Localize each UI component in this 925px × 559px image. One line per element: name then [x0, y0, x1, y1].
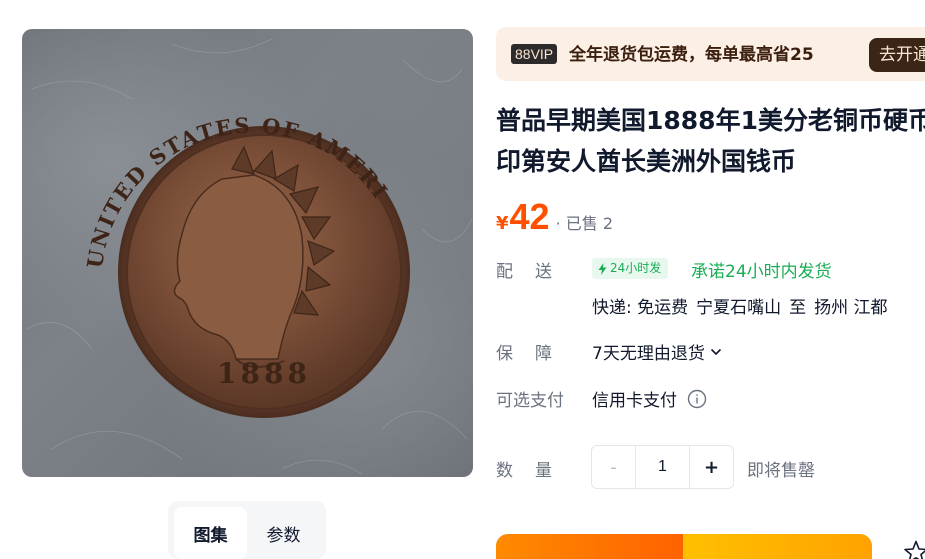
quantity-decrease-button[interactable]: -: [592, 446, 635, 488]
shipping-carrier: 快递: 免运费: [592, 298, 689, 317]
product-title-line-1: 普品早期美国1888年1美分老铜币硬币: [496, 106, 925, 135]
product-title-line-2: 印第安人酋长美洲外国钱币: [496, 147, 797, 176]
vip-promo-banner[interactable]: 88VIP 全年退货包运费，每单最高省25 去开通: [496, 27, 925, 81]
quantity-input[interactable]: 1: [635, 446, 690, 488]
shipping-to: 至: [789, 298, 807, 317]
express-badge-text: 24小时发: [610, 261, 662, 275]
coin-year-text: 1888: [217, 357, 311, 390]
info-icon[interactable]: [687, 389, 707, 409]
currency-symbol: ¥: [496, 213, 509, 234]
guarantee-selector[interactable]: 7天无理由退货: [592, 339, 722, 364]
payment-label: 可选支付: [496, 391, 564, 411]
tab-gallery[interactable]: 图集: [174, 507, 247, 559]
bolt-icon: [598, 262, 607, 275]
shipping-origin: 宁夏石嘴山: [696, 298, 782, 317]
tab-params[interactable]: 参数: [247, 507, 320, 559]
delivery-promise: 承诺24小时内发货: [691, 262, 832, 282]
quantity-label: 数量: [496, 461, 574, 481]
star-icon[interactable]: [903, 540, 925, 559]
payment-option: 信用卡支付: [592, 386, 707, 411]
purchase-button-bar: [496, 534, 872, 559]
chevron-down-icon: [710, 348, 721, 355]
product-main-image[interactable]: UNITED STATES OF AMERICA 1888: [22, 29, 473, 477]
shipping-destination[interactable]: 扬州 江都: [814, 298, 887, 317]
product-title: 普品早期美国1888年1美分老铜币硬币 印第安人酋长美洲外国钱币: [496, 100, 925, 184]
payment-value: 信用卡支付: [592, 391, 677, 411]
coin-illustration: UNITED STATES OF AMERICA 1888: [22, 29, 473, 475]
shipping-info[interactable]: 快递: 免运费 宁夏石嘴山至扬州 江都: [592, 293, 925, 317]
guarantee-label: 保障: [496, 344, 574, 364]
quantity-stepper: - 1 +: [591, 445, 734, 489]
sold-count: · 已售 2: [555, 214, 614, 233]
guarantee-value: 7天无理由退货: [592, 344, 705, 364]
buy-now-button[interactable]: [496, 534, 683, 559]
vip-badge: 88VIP: [511, 44, 558, 64]
gallery-tab-bar: 图集 参数: [168, 501, 326, 559]
delivery-label: 配送: [496, 262, 574, 282]
vip-open-button[interactable]: 去开通: [869, 38, 925, 72]
add-to-cart-button[interactable]: [683, 534, 872, 559]
quantity-increase-button[interactable]: +: [690, 446, 733, 488]
price-row: ¥ 42 · 已售 2: [496, 196, 613, 240]
stock-note: 即将售罄: [747, 461, 815, 481]
vip-promo-text: 全年退货包运费，每单最高省25: [569, 45, 814, 65]
express-24h-badge: 24小时发: [592, 258, 669, 279]
price-value: 42: [509, 196, 550, 237]
